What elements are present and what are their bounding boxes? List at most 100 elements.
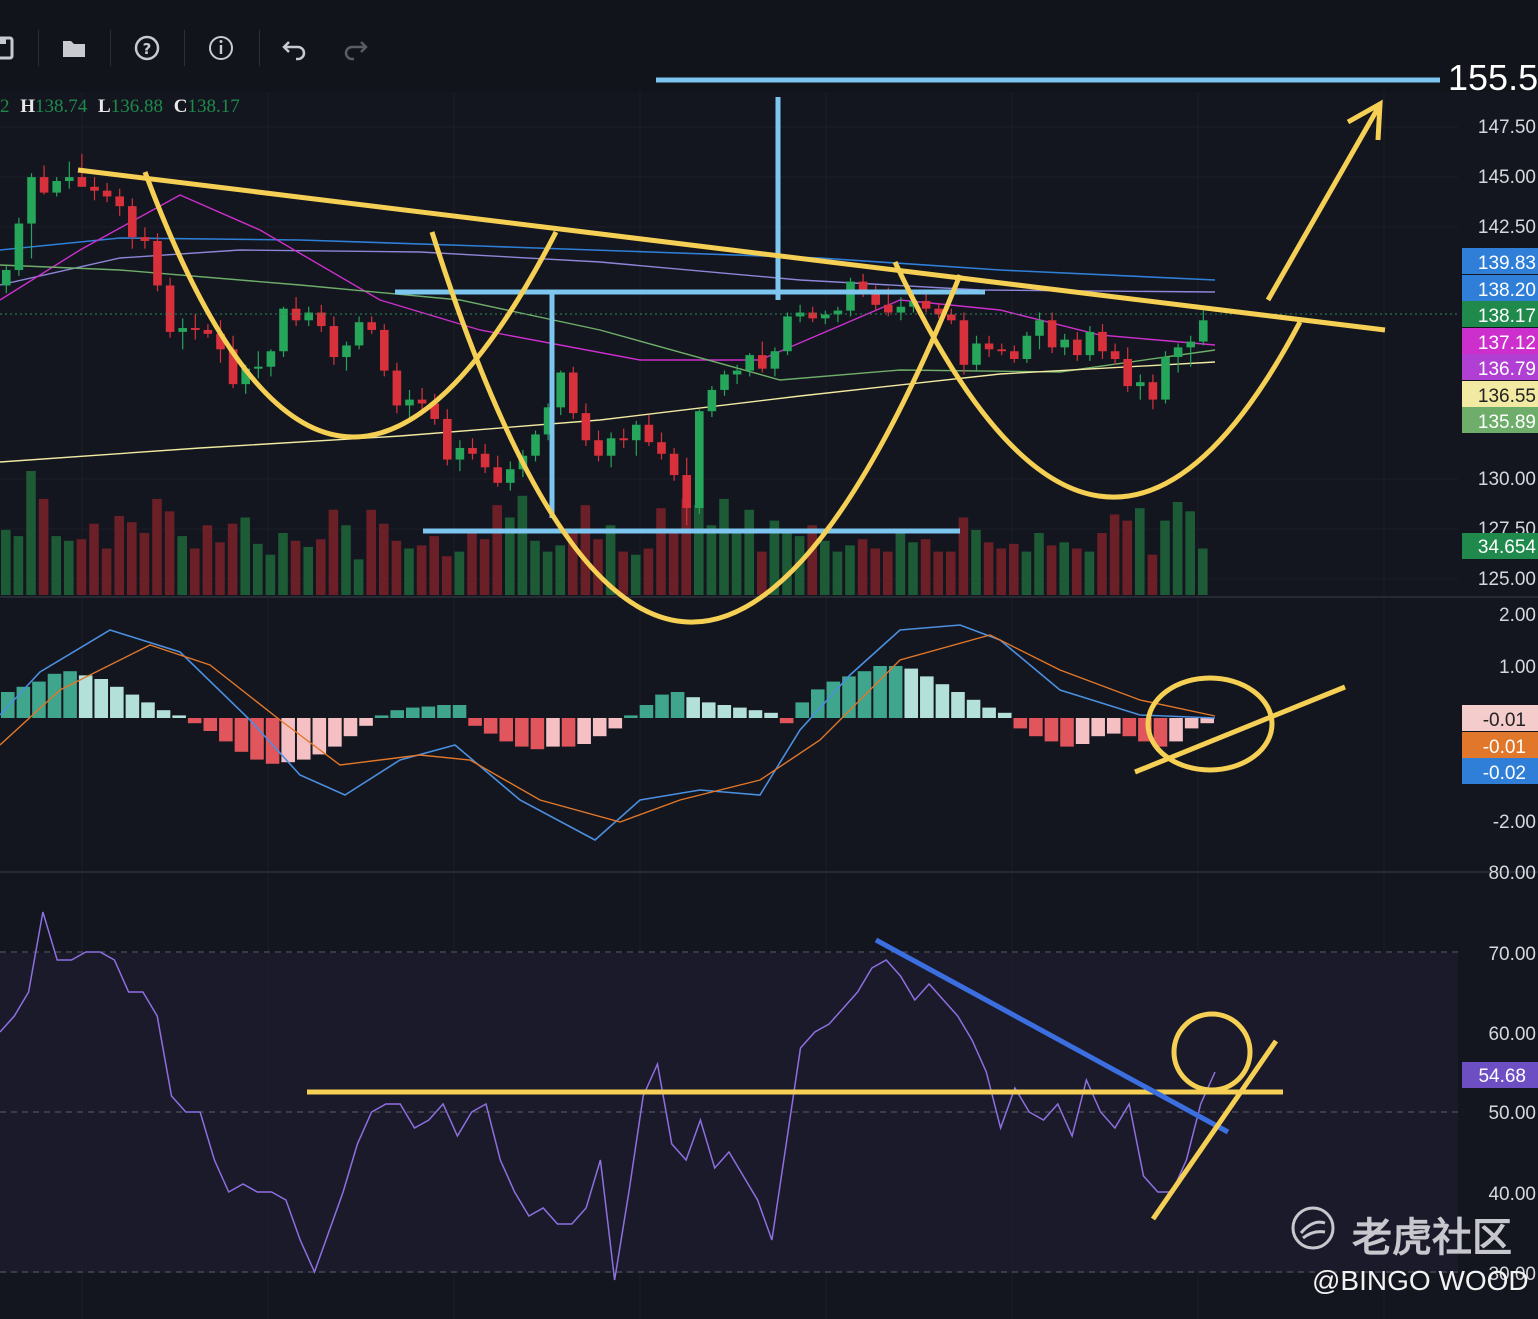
macd-histogram-bar: [624, 715, 638, 718]
volume-bar: [190, 548, 200, 595]
candle-body: [455, 447, 465, 460]
rsi-tick-label: 40.00: [1488, 1184, 1536, 1205]
macd-histogram-bar: [499, 718, 514, 742]
price-tag: 139.83: [1462, 248, 1538, 274]
volume-bar: [341, 525, 351, 595]
candle-body: [1085, 331, 1095, 356]
volume-bar: [177, 536, 187, 595]
volume-bar: [807, 525, 817, 595]
volume-bar: [920, 539, 931, 595]
candle-body: [417, 399, 427, 404]
candle-body: [102, 190, 112, 197]
volume-bar: [1147, 554, 1158, 595]
volume-bar: [391, 540, 402, 595]
close-label: C: [173, 96, 188, 117]
candle-body: [27, 177, 36, 224]
macd-histogram-bar: [577, 718, 591, 744]
macd-histogram-bar: [1029, 718, 1043, 737]
macd-tag: -0.01: [1462, 705, 1538, 731]
volume-bar: [668, 529, 679, 595]
volume-bar: [76, 539, 87, 595]
macd-histogram-bar: [795, 702, 809, 718]
volume-bar: [694, 505, 704, 595]
macd-histogram-bar: [686, 697, 700, 718]
macd-tick-label: 1.00: [1499, 657, 1536, 678]
volume-bar: [845, 545, 855, 595]
volume-bar: [379, 523, 389, 595]
macd-histogram-bar: [468, 718, 482, 726]
macd-histogram-bar: [63, 671, 77, 718]
watermark-brand: 老虎社区: [1352, 1215, 1512, 1261]
price-tick-label: 142.50: [1478, 217, 1536, 238]
macd-histogram-bar: [951, 692, 965, 718]
macd-histogram-bar: [530, 718, 545, 750]
macd-histogram-bar: [343, 718, 358, 737]
candle-body: [959, 320, 969, 365]
candle-body: [972, 343, 981, 365]
price-tag-label: 138.17: [1478, 306, 1536, 327]
open-fragment: 2: [0, 96, 10, 117]
candle-body: [1035, 320, 1044, 336]
candle-body: [506, 469, 515, 483]
candle-body: [90, 186, 99, 191]
volume-bar: [946, 551, 956, 595]
candle-body: [329, 326, 339, 358]
volume-bar: [13, 536, 24, 595]
volume-bar: [983, 542, 994, 595]
candle-body: [669, 453, 679, 476]
macd-histogram-bar: [888, 666, 903, 718]
macd-tick-label: -2.00: [1493, 812, 1536, 833]
macd-histogram-bar: [1, 692, 15, 718]
macd-histogram-bar: [1075, 718, 1090, 744]
volume-bar: [820, 540, 830, 595]
macd-tag-label: -0.02: [1483, 763, 1526, 784]
macd-tag-label: -0.01: [1483, 737, 1526, 758]
volume-bar: [895, 533, 906, 595]
volume-bar: [656, 508, 666, 595]
close-value: 138.17: [187, 96, 240, 117]
volume-bar: [404, 548, 414, 595]
volume-bar: [51, 536, 61, 595]
candle-body: [921, 300, 931, 309]
candle-body: [884, 304, 893, 313]
macd-histogram-bar: [997, 712, 1012, 718]
volume-bar: [303, 546, 313, 595]
candle-body: [128, 206, 137, 238]
macd-histogram-bar: [359, 718, 373, 726]
price-tag-label: 135.89: [1478, 412, 1536, 433]
macd-histogram-bar: [1044, 718, 1059, 742]
price-tag: 138.20: [1462, 275, 1538, 301]
candle-body: [480, 453, 490, 468]
macd-histogram-bar: [265, 718, 280, 764]
volume-bar: [580, 505, 591, 595]
candle-body: [632, 424, 641, 441]
volume-bar: [1021, 551, 1032, 595]
volume-bar: [479, 539, 490, 595]
volume-bar: [706, 525, 717, 595]
volume-bar: [1172, 502, 1183, 595]
macd-histogram-bar: [608, 718, 623, 729]
candle-body: [65, 177, 74, 181]
macd-tick-label: 2.00: [1499, 605, 1536, 626]
chart-canvas[interactable]: 147.50145.00142.50130.00127.50125.00155.…: [0, 0, 1538, 1319]
volume-bar: [1122, 520, 1132, 595]
volume-bar: [240, 517, 250, 595]
macd-histogram-bar: [639, 705, 654, 718]
macd-histogram-bar: [1106, 718, 1121, 734]
macd-histogram-bar: [203, 718, 218, 731]
macd-histogram-bar: [873, 666, 887, 718]
volume-bar: [996, 548, 1006, 595]
candle-body: [720, 374, 729, 390]
macd-histogram-bar: [452, 705, 467, 718]
price-tag-label: 137.12: [1478, 333, 1536, 354]
candle-body: [1098, 331, 1107, 352]
candle-body: [468, 447, 477, 454]
candle-body: [1047, 320, 1057, 348]
volume-bar: [719, 498, 729, 595]
volume-bar: [316, 539, 326, 595]
rsi-tag-label: 54.68: [1478, 1066, 1526, 1087]
candle-body: [178, 328, 187, 332]
macd-histogram-bar: [406, 707, 420, 718]
macd-histogram-bar: [1091, 718, 1105, 737]
candle-body: [808, 312, 817, 319]
